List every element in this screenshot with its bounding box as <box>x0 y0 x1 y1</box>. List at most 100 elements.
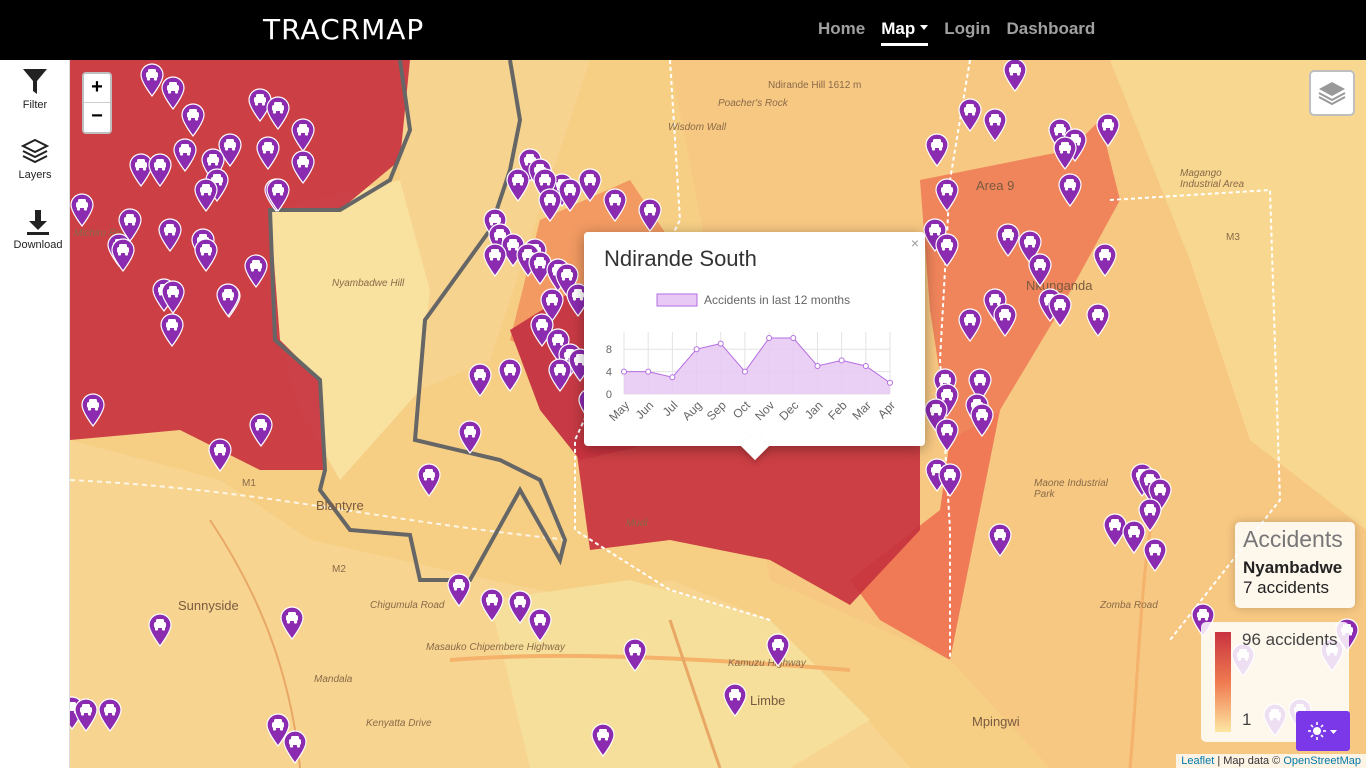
osm-link[interactable]: OpenStreetMap <box>1283 755 1361 767</box>
chart-xtick-label: Feb <box>825 398 850 423</box>
accident-marker[interactable] <box>98 698 122 732</box>
accident-marker[interactable] <box>480 588 504 622</box>
nav-map-label: Map <box>881 19 916 38</box>
accident-marker[interactable] <box>935 233 959 267</box>
zoom-control: + − <box>82 72 112 134</box>
accident-marker[interactable] <box>291 150 315 184</box>
theme-toggle-button[interactable] <box>1296 711 1350 751</box>
nav-dashboard[interactable]: Dashboard <box>1007 19 1096 46</box>
accident-marker[interactable] <box>988 523 1012 557</box>
accident-marker[interactable] <box>935 418 959 452</box>
chart-area <box>624 338 890 394</box>
zoom-in-button[interactable]: + <box>84 74 110 103</box>
accident-marker[interactable] <box>1138 498 1162 532</box>
map-label-limbe: Limbe <box>750 693 786 708</box>
accident-marker[interactable] <box>447 573 471 607</box>
accident-marker[interactable] <box>160 313 184 347</box>
accident-marker[interactable] <box>993 303 1017 337</box>
accident-marker[interactable] <box>81 393 105 427</box>
popup-close-button[interactable]: × <box>911 235 919 251</box>
nav-home[interactable]: Home <box>818 19 865 46</box>
map-label-kenyatta: Kenyatta Drive <box>366 718 432 729</box>
popup-title: Ndirande South <box>604 246 757 271</box>
accident-marker[interactable] <box>280 606 304 640</box>
map-label-mudi: Mudi <box>626 518 648 529</box>
accident-marker[interactable] <box>723 683 747 717</box>
chart-legend-label: Accidents in last 12 months <box>704 293 850 307</box>
layers-button[interactable]: Layers <box>0 138 70 181</box>
accident-marker[interactable] <box>74 698 98 732</box>
layers-icon <box>21 138 49 164</box>
accident-marker[interactable] <box>266 96 290 130</box>
accident-marker[interactable] <box>1093 243 1117 277</box>
accident-marker[interactable] <box>1028 253 1052 287</box>
accident-marker[interactable] <box>958 98 982 132</box>
accident-marker[interactable] <box>506 168 530 202</box>
accident-marker[interactable] <box>194 178 218 212</box>
accident-marker[interactable] <box>181 103 205 137</box>
accident-marker[interactable] <box>173 138 197 172</box>
chart-point <box>862 363 869 369</box>
accident-marker[interactable] <box>603 188 627 222</box>
accident-marker[interactable] <box>291 118 315 152</box>
accident-marker[interactable] <box>256 136 280 170</box>
accident-marker[interactable] <box>1003 60 1027 92</box>
accident-marker[interactable] <box>623 638 647 672</box>
accident-marker[interactable] <box>208 438 232 472</box>
accident-marker[interactable] <box>468 363 492 397</box>
accident-marker[interactable] <box>935 178 959 212</box>
nav-map[interactable]: Map <box>881 19 929 46</box>
accident-marker[interactable] <box>70 193 94 227</box>
accident-marker[interactable] <box>1048 293 1072 327</box>
accident-marker[interactable] <box>958 308 982 342</box>
brand-logo[interactable]: TRACRMAP <box>263 13 424 46</box>
layer-switcher-button[interactable] <box>1309 70 1355 116</box>
accident-marker[interactable] <box>148 153 172 187</box>
map-label-maone: Maone Industrial Park <box>1034 478 1108 500</box>
accident-marker[interactable] <box>1086 303 1110 337</box>
accident-marker[interactable] <box>591 723 615 757</box>
accident-marker[interactable] <box>996 223 1020 257</box>
accident-marker[interactable] <box>766 633 790 667</box>
zoom-out-button[interactable]: − <box>84 103 110 132</box>
accident-marker[interactable] <box>458 420 482 454</box>
chart-point <box>717 340 724 347</box>
region-popup: × Ndirande South Accidents in last 12 mo… <box>584 232 925 461</box>
accident-marker[interactable] <box>417 463 441 497</box>
accident-marker[interactable] <box>283 730 307 764</box>
chart-point <box>814 363 821 369</box>
accident-marker[interactable] <box>483 243 507 277</box>
accident-marker[interactable] <box>216 283 240 317</box>
accident-marker[interactable] <box>1053 136 1077 170</box>
chart-point <box>790 335 797 341</box>
leaflet-link[interactable]: Leaflet <box>1181 755 1214 767</box>
filter-button[interactable]: Filter <box>0 68 70 111</box>
accident-marker[interactable] <box>528 608 552 642</box>
accident-marker[interactable] <box>1143 538 1167 572</box>
accident-marker[interactable] <box>983 108 1007 142</box>
accidents-chart: Accidents in last 12 months048May Jun Jul A… <box>606 293 898 424</box>
accident-marker[interactable] <box>161 280 185 314</box>
accident-marker[interactable] <box>1058 173 1082 207</box>
accident-marker[interactable] <box>578 168 602 202</box>
accident-marker[interactable] <box>111 238 135 272</box>
accident-marker[interactable] <box>548 358 572 392</box>
map-view[interactable]: Ndirande Hill 1612 m Poacher's Rock Wisd… <box>70 60 1366 768</box>
accident-marker[interactable] <box>938 463 962 497</box>
accident-marker[interactable] <box>266 178 290 212</box>
accident-marker[interactable] <box>148 613 172 647</box>
chart-legend-swatch <box>656 293 698 307</box>
accident-marker[interactable] <box>158 218 182 252</box>
download-button[interactable]: Download <box>3 208 73 251</box>
accident-marker[interactable] <box>498 358 522 392</box>
accident-marker[interactable] <box>638 198 662 232</box>
nav-login[interactable]: Login <box>944 19 990 46</box>
accident-marker[interactable] <box>970 403 994 437</box>
accident-marker[interactable] <box>244 254 268 288</box>
accident-marker[interactable] <box>194 238 218 272</box>
accident-marker[interactable] <box>249 413 273 447</box>
accident-marker[interactable] <box>1096 113 1120 147</box>
map-label-chigumula: Chigumula Road <box>370 600 445 611</box>
accident-marker[interactable] <box>925 133 949 167</box>
map-label-m2: M2 <box>332 564 346 575</box>
